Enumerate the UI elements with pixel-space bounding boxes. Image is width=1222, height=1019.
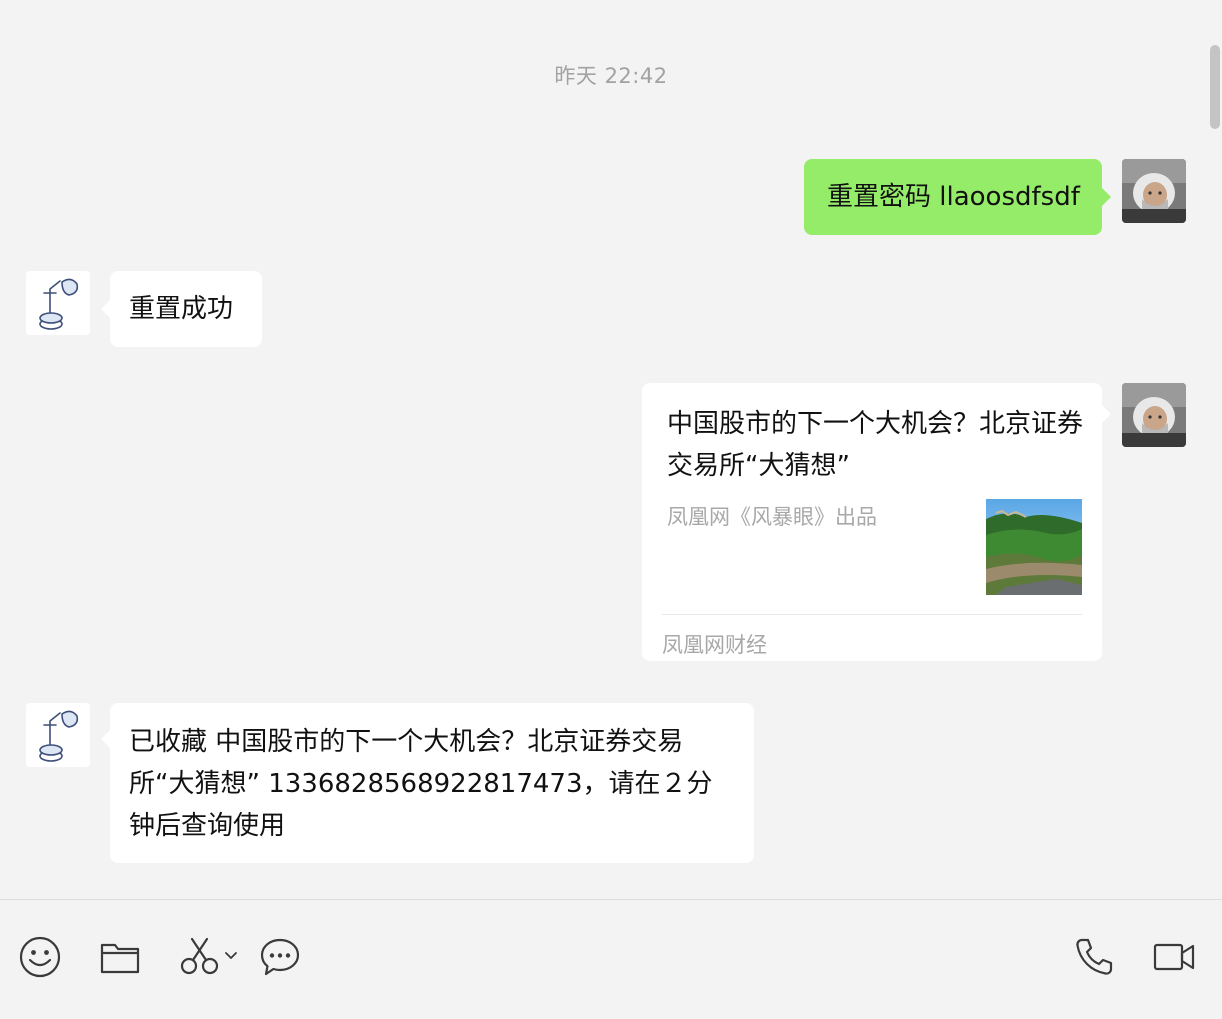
user-avatar[interactable] (1122, 159, 1186, 223)
bubble-tail (101, 300, 110, 318)
folder-icon[interactable] (99, 936, 141, 982)
message-timestamp: 昨天 22:42 (554, 64, 668, 88)
emoji-icon[interactable] (19, 936, 61, 982)
message-text: 重置成功 (129, 294, 234, 324)
message-bubble-other[interactable]: 重置成功 (110, 271, 262, 347)
link-card-source: 凤凰网财经 (662, 633, 767, 657)
message-bubble-self[interactable]: 重置密码 llaoosdfsdf (804, 159, 1102, 235)
link-card-message[interactable]: 中国股市的下一个大机会？北京证券交易所“大猜想” 凤凰网《风暴眼》出品 凤凰网财… (642, 383, 1102, 661)
message-text: 重置密码 llaoosdfsdf (827, 182, 1080, 212)
user-avatar[interactable] (1122, 383, 1186, 447)
desk-lamp-icon (26, 703, 90, 767)
message-bubble-other[interactable]: 已收藏 中国股市的下一个大机会？北京证券交易所“大猜想” 13368285689… (110, 703, 754, 863)
video-camera-icon[interactable] (1153, 936, 1197, 982)
phone-icon[interactable] (1073, 936, 1115, 982)
bot-avatar[interactable] (26, 703, 90, 767)
bubble-tail (101, 730, 110, 748)
chat-area[interactable]: 昨天 22:42 重置密码 llaoosdfsdf 重置成功 中国股市的下一个大… (0, 0, 1222, 899)
desk-lamp-icon (26, 271, 90, 335)
link-card-divider (662, 614, 1082, 615)
great-wall-image-icon (986, 499, 1082, 595)
astronaut-avatar-icon (1122, 159, 1186, 223)
bubble-tail (1102, 188, 1111, 206)
input-toolbar (0, 899, 1222, 1019)
bubble-tail (1102, 405, 1111, 423)
scissors-icon[interactable] (179, 936, 243, 982)
link-card-description: 凤凰网《风暴眼》出品 (667, 505, 877, 529)
astronaut-avatar-icon (1122, 383, 1186, 447)
bot-avatar[interactable] (26, 271, 90, 335)
scrollbar-thumb[interactable] (1210, 45, 1220, 129)
message-text: 已收藏 中国股市的下一个大机会？北京证券交易所“大猜想” 13368285689… (129, 727, 713, 841)
chat-bubble-icon[interactable] (259, 936, 301, 982)
link-card-title: 中国股市的下一个大机会？北京证券交易所“大猜想” (667, 409, 1084, 481)
link-card-thumbnail (986, 499, 1082, 595)
chevron-down-icon (225, 952, 237, 959)
